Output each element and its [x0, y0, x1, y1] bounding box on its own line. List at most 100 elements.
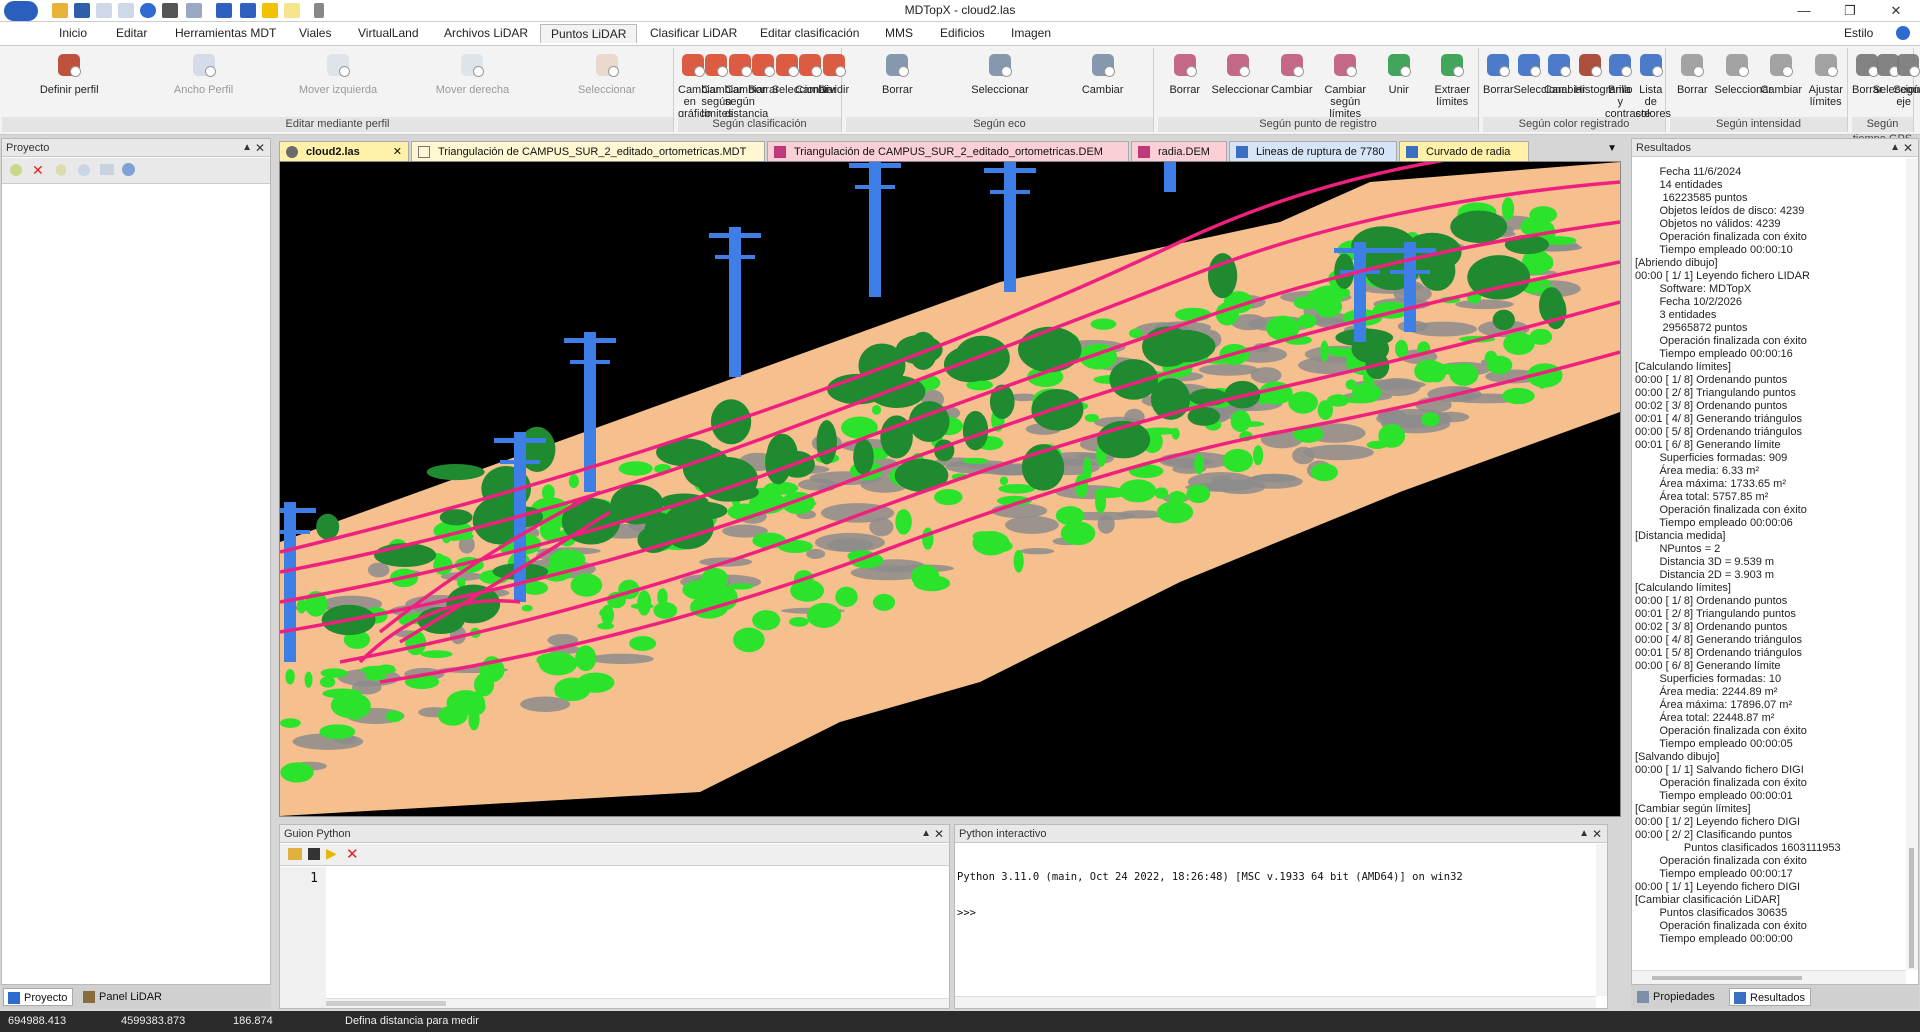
doc-tab-curvado-radia[interactable]: Curvado de radia [1399, 141, 1529, 161]
ribbon-button[interactable]: Seleccionar [1212, 50, 1269, 96]
open-script-icon[interactable] [288, 848, 302, 860]
help-icon[interactable] [1896, 26, 1910, 40]
editor-hscrollbar[interactable] [326, 998, 949, 1008]
scroll-thumb[interactable] [326, 1001, 446, 1006]
ribbon-button[interactable]: Seleccionar [949, 50, 1052, 96]
scroll-thumb[interactable] [1909, 848, 1914, 968]
close-icon[interactable]: ✕ [255, 139, 265, 157]
ribbon-button[interactable]: Cambiar [1051, 50, 1154, 96]
ribbon-button[interactable]: Cambiar según límites [1319, 50, 1373, 120]
refresh-icon[interactable] [78, 164, 90, 176]
ribbon-button[interactable]: Cambiar [1265, 50, 1319, 96]
folder-icon[interactable] [100, 164, 114, 175]
tab-puntos-lidar[interactable]: Puntos LiDAR [540, 24, 638, 43]
result-line: 16223585 puntos [1635, 192, 1748, 204]
ribbon-button[interactable]: Seleccionar [1514, 50, 1571, 96]
tab-propiedades[interactable]: Propiedades [1633, 988, 1725, 1006]
stop-script-icon[interactable]: ✕ [346, 845, 359, 863]
console-vscrollbar[interactable] [1596, 844, 1607, 996]
doc-tab-triangulacion-dem[interactable]: Triangulación de CAMPUS_SUR_2_editado_or… [767, 141, 1129, 161]
ribbon-button[interactable]: Borrar [1483, 50, 1514, 96]
pin-icon[interactable]: ▲ [1890, 139, 1900, 157]
tab-list-dropdown-icon[interactable]: ▼ [1607, 143, 1617, 154]
point-cloud-render[interactable] [280, 162, 1620, 816]
low-vegetation [1154, 487, 1169, 499]
pin-icon[interactable]: ▲ [1579, 825, 1589, 843]
tab-viales[interactable]: Viales [299, 26, 331, 40]
console-hscrollbar[interactable] [955, 996, 1596, 1008]
ribbon-button[interactable]: Borrar [748, 50, 779, 96]
ribbon-button[interactable]: Cambiar [1544, 50, 1586, 96]
results-log[interactable]: Fecha 11/6/2024 14 entidades 16223585 pu… [1635, 166, 1904, 956]
tab-imagen[interactable]: Imagen [1011, 26, 1051, 40]
style-menu[interactable]: Estilo [1844, 26, 1873, 40]
point-cloud-viewport[interactable] [279, 161, 1621, 817]
tab-archivos-lidar[interactable]: Archivos LiDAR [444, 26, 528, 40]
tab-clasificar-lidar[interactable]: Clasificar LiDAR [650, 26, 737, 40]
save-script-icon[interactable] [308, 848, 320, 860]
tab-edificios[interactable]: Edificios [940, 26, 985, 40]
ribbon-button[interactable]: Borrar [1852, 50, 1883, 96]
doc-tab-lineas-ruptura[interactable]: Lineas de ruptura de 7780 [1229, 141, 1397, 161]
ribbon-button[interactable]: Extraer límites [1426, 50, 1480, 108]
ribbon-button[interactable]: Histograma [1575, 50, 1631, 96]
close-tab-icon[interactable]: ✕ [393, 142, 402, 162]
scroll-thumb[interactable] [1652, 976, 1802, 980]
ribbon-button[interactable]: Seleccionar [1715, 50, 1772, 96]
ribbon-button[interactable]: Mover derecha [405, 50, 539, 96]
pin-icon[interactable]: ▲ [242, 139, 252, 157]
close-icon[interactable]: ✕ [1903, 139, 1913, 157]
tab-herramientas-mdt[interactable]: Herramientas MDT [175, 26, 276, 40]
doc-tab-triangulacion-mdt[interactable]: Triangulación de CAMPUS_SUR_2_editado_or… [411, 141, 765, 161]
close-icon[interactable]: ✕ [934, 825, 944, 843]
ribbon-button[interactable]: Borrar [1158, 50, 1212, 96]
ribbon-button[interactable]: Seleccionar [1873, 50, 1920, 96]
ribbon-button[interactable]: Cambiar en gráfico [678, 50, 720, 120]
ribbon-button[interactable]: Definir perfil [2, 50, 136, 96]
ribbon-button[interactable]: Borrar [1670, 50, 1715, 96]
close-icon[interactable]: ✕ [1592, 825, 1602, 843]
add-icon[interactable] [10, 164, 22, 176]
tower-crossarm [494, 438, 546, 443]
tab-editar[interactable]: Editar [116, 26, 147, 40]
pin-icon[interactable]: ▲ [921, 825, 931, 843]
results-hscrollbar[interactable] [1632, 970, 1906, 984]
ribbon-button[interactable]: Unir [1372, 50, 1426, 96]
ribbon-button[interactable]: Cambiar según límites [701, 50, 743, 120]
tab-inicio[interactable]: Inicio [59, 26, 87, 40]
ribbon-button[interactable]: Mover izquierda [271, 50, 405, 96]
minimize-icon[interactable]: — [1781, 0, 1827, 22]
ribbon-tool-icon [1575, 50, 1605, 80]
tab-proyecto[interactable]: Proyecto [3, 988, 73, 1006]
ribbon-button[interactable]: Lista de colores [1636, 50, 1671, 120]
tin-icon [418, 146, 430, 158]
restore-icon[interactable]: ❐ [1827, 0, 1873, 22]
python-console[interactable]: Python 3.11.0 (main, Oct 24 2022, 18:26:… [957, 847, 1595, 994]
ribbon-button[interactable]: Brillo y contraste [1605, 50, 1650, 120]
run-script-icon[interactable]: ▶ [326, 845, 337, 862]
ribbon-button[interactable]: Dividir [819, 50, 849, 96]
doc-tab-label: Triangulación de CAMPUS_SUR_2_editado_or… [794, 146, 1103, 158]
tab-virtualland[interactable]: VirtualLand [358, 26, 419, 40]
bulb-icon[interactable] [56, 164, 66, 176]
doc-tab-radia-dem[interactable]: radia.DEM [1131, 141, 1227, 161]
info-icon[interactable] [122, 163, 135, 176]
tab-editar-clasificacion[interactable]: Editar clasificación [760, 26, 859, 40]
close-icon[interactable]: ✕ [1873, 0, 1919, 22]
tab-panel-lidar[interactable]: Panel LiDAR [79, 988, 169, 1006]
ribbon-button[interactable]: Ajustar límites [1804, 50, 1849, 108]
delete-icon[interactable]: ✕ [32, 162, 44, 179]
ribbon-button[interactable]: Seleccionar [772, 50, 829, 96]
results-vscrollbar[interactable] [1906, 158, 1918, 970]
ribbon-button[interactable]: Seleccionar [540, 50, 674, 96]
ribbon-button[interactable]: Cambiar [1759, 50, 1804, 96]
tab-mms[interactable]: MMS [885, 26, 913, 40]
ribbon-button[interactable]: Según eje [1893, 50, 1920, 108]
ribbon-button[interactable]: Cambiar [795, 50, 837, 96]
script-editor[interactable] [326, 867, 949, 1008]
tab-resultados[interactable]: Resultados [1729, 988, 1811, 1006]
ribbon-button[interactable]: Borrar [846, 50, 949, 96]
doc-tab-cloud2[interactable]: cloud2.las ✕ [279, 141, 409, 161]
ribbon-button[interactable]: Ancho Perfil [136, 50, 270, 96]
ribbon-button[interactable]: Cambiar según distancia [725, 50, 768, 120]
